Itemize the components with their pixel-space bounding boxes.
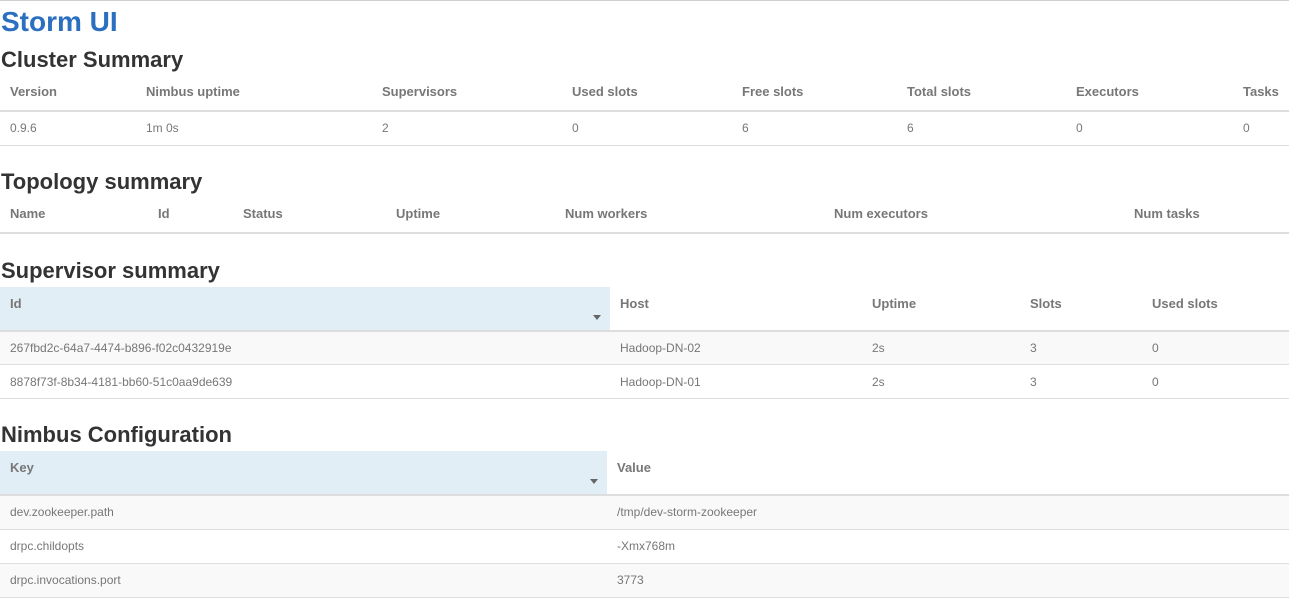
cell-supervisor-id: 8878f73f-8b34-4181-bb60-51c0aa9de639 [0, 364, 610, 399]
cluster-summary-table: Version Nimbus uptime Supervisors Used s… [0, 76, 1289, 146]
col-header-version[interactable]: Version [0, 76, 136, 112]
col-header-name[interactable]: Name [0, 197, 148, 234]
col-header-executors[interactable]: Executors [1066, 76, 1233, 112]
table-row: 0.9.6 1m 0s 2 0 6 6 0 0 [0, 111, 1289, 146]
col-header-uptime[interactable]: Uptime [386, 197, 555, 234]
col-header-key[interactable]: Key [0, 451, 607, 496]
cell-value: 3773 [607, 563, 1289, 598]
cell-used-slots: 0 [1142, 364, 1289, 399]
cell-used-slots: 0 [562, 111, 732, 146]
cell-version: 0.9.6 [0, 111, 136, 146]
cell-total-slots: 6 [897, 111, 1066, 146]
cell-value: -Xmx768m [607, 529, 1289, 564]
cell-key: dev.zookeeper.path [0, 495, 607, 530]
topology-summary-table: Name Id Status Uptime Num workers Num ex… [0, 197, 1289, 234]
nimbus-configuration-heading: Nimbus Configuration [1, 422, 232, 447]
supervisor-summary-table: Id Host Uptime Slots Used slots 267fbd2c… [0, 286, 1289, 399]
cell-key: drpc.invocations.port [0, 563, 607, 598]
cell-used-slots: 0 [1142, 330, 1289, 365]
cell-nimbus-uptime: 1m 0s [136, 111, 372, 146]
cell-host: Hadoop-DN-02 [610, 330, 862, 365]
col-header-id[interactable]: Id [148, 197, 233, 234]
cell-free-slots: 6 [732, 111, 897, 146]
table-row: drpc.invocations.port 3773 [0, 563, 1289, 598]
topology-summary-heading: Topology summary [1, 168, 203, 194]
table-row: dev.zookeeper.path /tmp/dev-storm-zookee… [0, 495, 1289, 530]
col-header-num-workers[interactable]: Num workers [555, 197, 824, 234]
col-header-free-slots[interactable]: Free slots [732, 76, 897, 112]
table-row: drpc.childopts -Xmx768m [0, 529, 1289, 564]
page-title: Storm UI [1, 6, 118, 37]
sort-descending-icon[interactable] [590, 479, 598, 484]
col-header-supervisor-used-slots[interactable]: Used slots [1142, 286, 1289, 332]
supervisor-summary-heading: Supervisor summary [1, 257, 220, 283]
cell-supervisor-id: 267fbd2c-64a7-4474-b896-f02c0432919e [0, 330, 610, 365]
col-header-num-tasks[interactable]: Num tasks [1124, 197, 1289, 234]
cell-uptime: 2s [862, 330, 1020, 365]
sort-descending-icon[interactable] [593, 314, 601, 320]
col-header-supervisor-id[interactable]: Id [0, 286, 610, 332]
cluster-summary-heading: Cluster Summary [1, 47, 184, 72]
col-header-status[interactable]: Status [233, 197, 386, 234]
cell-slots: 3 [1020, 330, 1142, 365]
col-header-slots[interactable]: Slots [1020, 286, 1142, 332]
col-header-host[interactable]: Host [610, 286, 862, 332]
table-row: 267fbd2c-64a7-4474-b896-f02c0432919e Had… [0, 330, 1289, 365]
cell-uptime: 2s [862, 364, 1020, 399]
col-header-label: Id [10, 295, 22, 311]
cell-value: /tmp/dev-storm-zookeeper [607, 495, 1289, 530]
col-header-total-slots[interactable]: Total slots [897, 76, 1066, 112]
col-header-label: Key [10, 460, 34, 475]
col-header-used-slots[interactable]: Used slots [562, 76, 732, 112]
col-header-num-executors[interactable]: Num executors [824, 197, 1124, 234]
col-header-supervisors[interactable]: Supervisors [372, 76, 562, 112]
col-header-supervisor-uptime[interactable]: Uptime [862, 286, 1020, 332]
col-header-nimbus-uptime[interactable]: Nimbus uptime [136, 76, 372, 112]
cell-executors: 0 [1066, 111, 1233, 146]
nimbus-configuration-table: Key Value dev.zookeeper.path /tmp/dev-st… [0, 451, 1289, 598]
cell-supervisors: 2 [372, 111, 562, 146]
cell-tasks: 0 [1233, 111, 1289, 146]
cell-slots: 3 [1020, 364, 1142, 399]
col-header-value[interactable]: Value [607, 451, 1289, 496]
cell-host: Hadoop-DN-01 [610, 364, 862, 399]
col-header-tasks[interactable]: Tasks [1233, 76, 1289, 112]
table-row: 8878f73f-8b34-4181-bb60-51c0aa9de639 Had… [0, 364, 1289, 399]
cell-key: drpc.childopts [0, 529, 607, 564]
